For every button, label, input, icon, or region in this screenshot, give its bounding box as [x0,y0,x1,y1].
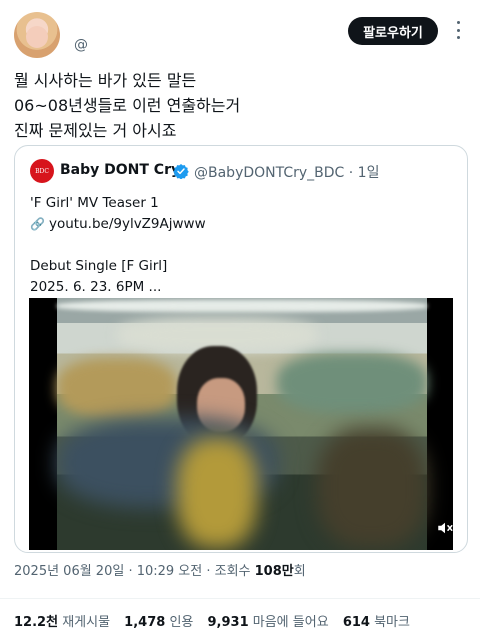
quotes-stat[interactable]: 1,478 인용 [124,615,193,630]
verified-badge-icon [173,164,189,179]
user-handle[interactable]: @ [74,34,102,54]
retweets-label: 재게시물 [62,615,111,630]
link-icon: 🔗 [30,217,45,231]
tweet-line: 06~08년생들로 이런 연출하는거 [14,96,241,115]
bookmarks-count: 614 [342,615,370,630]
quoted-avatar[interactable]: BDC [30,159,54,183]
quoted-blank-line [30,235,450,256]
tweet-line: 진짜 문제있는 거 아시죠 [14,121,177,140]
quoted-display-name[interactable]: Baby DONT Cry [60,162,180,178]
quotes-count: 1,478 [124,615,166,630]
quoted-handle-time[interactable]: @BabyDONTCry_BDC · 1일 [194,162,379,182]
timestamp-text[interactable]: 2025년 06월 20일 · 10:29 오전 · 조회수 [14,564,255,579]
quoted-tweet-body: 'F Girl' MV Teaser 1 🔗 youtu.be/9ylvZ9Ajw… [30,193,450,298]
video-player[interactable] [29,298,453,550]
more-options-icon[interactable] [455,21,461,39]
quoted-date: 2025. 6. 23. 6PM ... [30,279,162,295]
quoted-single: Debut Single [F Girl] [30,258,168,274]
mute-icon[interactable] [435,519,455,537]
avatar[interactable] [14,12,60,58]
quoted-avatar-logo: BDC [35,167,49,175]
follow-button[interactable]: 팔로우하기 [348,17,438,45]
quotes-label: 인용 [169,615,194,630]
divider [0,598,480,599]
quoted-title: 'F Girl' MV Teaser 1 [30,195,159,211]
likes-label: 마음에 들어요 [252,615,329,630]
tweet-line: 뭘 시사하는 바가 있든 말든 [14,71,197,90]
likes-stat[interactable]: 9,931 마음에 들어요 [208,615,329,630]
likes-count: 9,931 [207,615,249,630]
bookmarks-stat[interactable]: 614 북마크 [343,615,410,630]
quoted-link-text[interactable]: youtu.be/9ylvZ9Ajwww [49,216,206,232]
retweets-count: 12.2천 [14,615,59,630]
bookmarks-label: 북마크 [374,615,410,630]
retweets-stat[interactable]: 12.2천 재게시물 [14,615,110,630]
quoted-tweet-card[interactable]: BDC Baby DONT Cry @BabyDONTCry_BDC · 1일 … [14,145,468,553]
tweet-text: 뭘 시사하는 바가 있든 말든 06~08년생들로 이런 연출하는거 진짜 문제… [14,68,434,143]
quoted-link[interactable]: 🔗 youtu.be/9ylvZ9Ajwww [30,214,450,235]
engagement-stats: 12.2천 재게시물 1,478 인용 9,931 마음에 들어요 614 북마… [14,611,410,630]
video-frame [57,298,427,550]
view-count: 108만 [254,564,294,579]
tweet-meta: 2025년 06월 20일 · 10:29 오전 · 조회수 108만회 [14,560,306,579]
view-suffix: 회 [293,564,306,579]
